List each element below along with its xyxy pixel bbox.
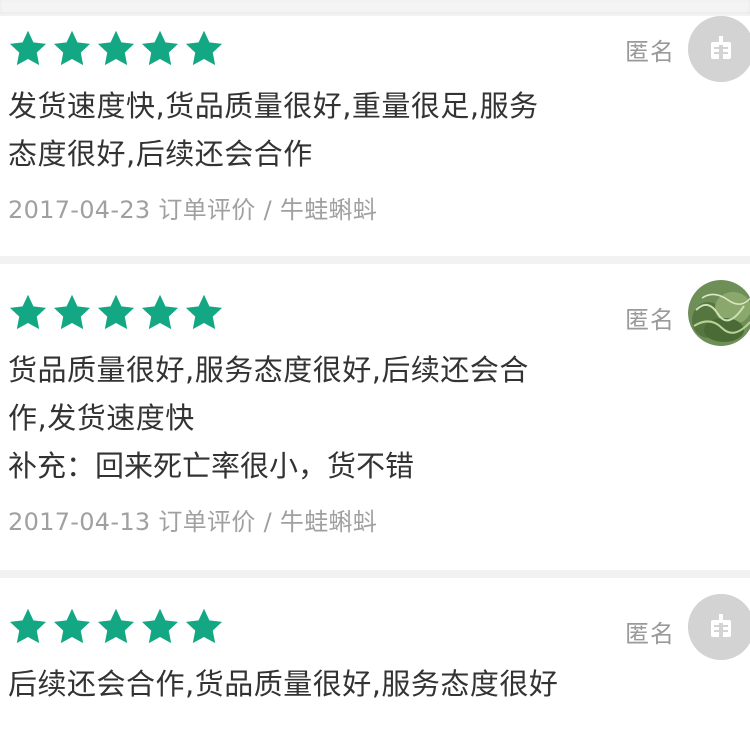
review-card: 匿名 后续还会合作,货品质量很好,服务态度很好 — [0, 578, 750, 750]
anonymous-label: 匿名 — [625, 38, 675, 66]
product-name[interactable]: 牛蛙蝌蚪 — [280, 508, 377, 536]
star-icon — [185, 608, 223, 644]
review-meta-label: 订单评价 — [158, 196, 256, 224]
star-rating — [6, 28, 226, 70]
review-text: 货品质量很好,服务态度很好,后续还会合作,发货速度快 — [8, 353, 529, 435]
review-card: 匿名 发货速度快,货品质量很好,重量很足,服务态度很好,后续还会合作 2017-… — [0, 16, 750, 256]
review-supplement: 补充：回来死亡率很小，货不错 — [8, 449, 415, 483]
meta-separator: / — [263, 508, 272, 536]
star-icon — [53, 608, 91, 644]
star-icon — [53, 30, 91, 66]
review-meta-label: 订单评价 — [158, 508, 256, 536]
top-strip — [0, 0, 750, 14]
review-meta: 2017-04-13 订单评价 / 牛蛙蝌蚪 — [8, 502, 377, 537]
review-date: 2017-04-23 — [8, 196, 151, 224]
review-text: 发货速度快,货品质量很好,重量很足,服务态度很好,后续还会合作 — [8, 89, 539, 171]
anonymous-label: 匿名 — [625, 306, 675, 334]
star-icon — [97, 294, 135, 330]
star-icon — [9, 608, 47, 644]
star-icon — [9, 294, 47, 330]
default-avatar-icon[interactable] — [688, 16, 750, 82]
star-icon — [97, 30, 135, 66]
star-icon — [141, 294, 179, 330]
star-icon — [185, 30, 223, 66]
review-date: 2017-04-13 — [8, 508, 151, 536]
star-rating — [6, 606, 226, 648]
star-icon — [185, 294, 223, 330]
anonymous-label: 匿名 — [625, 620, 675, 648]
plant-photo-avatar[interactable] — [688, 280, 750, 346]
star-icon — [141, 30, 179, 66]
product-name[interactable]: 牛蛙蝌蚪 — [280, 196, 377, 224]
review-card: 匿名 货品质量很好,服务态度很好,后续还会合作,发货速度快 补充：回来死亡率很小… — [0, 264, 750, 570]
review-meta: 2017-04-23 订单评价 / 牛蛙蝌蚪 — [8, 190, 377, 225]
star-icon — [9, 30, 47, 66]
star-icon — [141, 608, 179, 644]
star-rating — [6, 292, 226, 334]
star-icon — [97, 608, 135, 644]
star-icon — [53, 294, 91, 330]
meta-separator: / — [263, 196, 272, 224]
default-avatar-icon[interactable] — [688, 594, 750, 660]
review-text: 后续还会合作,货品质量很好,服务态度很好 — [8, 667, 559, 701]
